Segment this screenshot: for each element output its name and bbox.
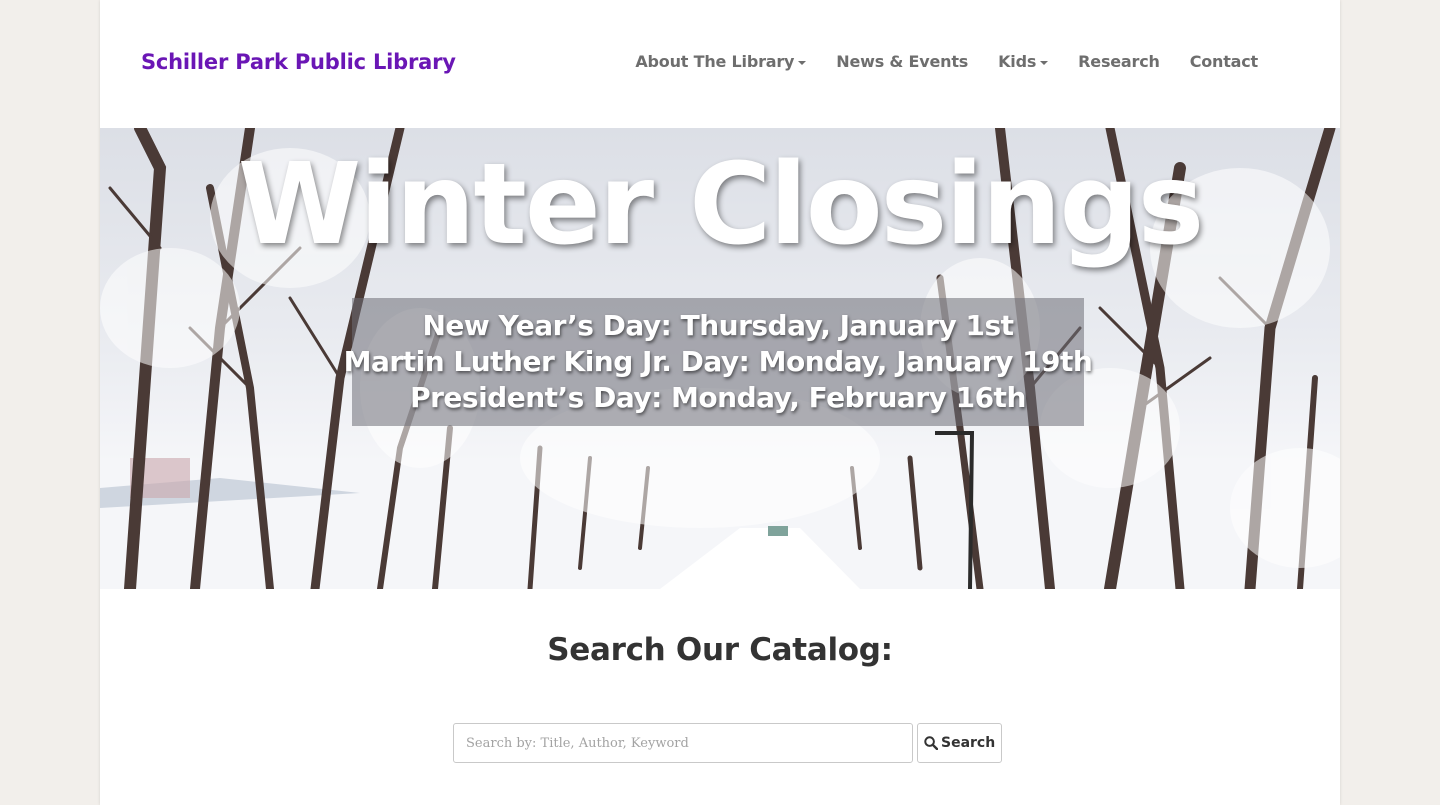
magnifier-icon <box>924 736 938 750</box>
site-header: Schiller Park Public Library About The L… <box>100 0 1340 128</box>
page-container: Schiller Park Public Library About The L… <box>100 0 1340 805</box>
closings-box: New Year’s Day: Thursday, January 1st Ma… <box>344 298 1093 426</box>
nav-item-label: News & Events <box>836 52 969 71</box>
catalog-search-form: Search <box>453 723 1003 763</box>
closing-line: New Year’s Day: Thursday, January 1st <box>422 309 1014 342</box>
hero-title: Winter Closings <box>237 140 1205 270</box>
nav-item-kids[interactable]: Kids <box>998 52 1049 71</box>
catalog-search-input[interactable] <box>453 723 913 763</box>
nav-item-news-events[interactable]: News & Events <box>836 52 968 71</box>
catalog-search-button[interactable]: Search <box>917 723 1003 763</box>
nav-item-label: Kids <box>998 52 1037 71</box>
search-button-label: Search <box>941 735 996 751</box>
nav-item-label: Contact <box>1189 52 1259 71</box>
closing-line: Martin Luther King Jr. Day: Monday, Janu… <box>343 345 1093 378</box>
site-logo-link[interactable]: Schiller Park Public Library <box>141 50 456 74</box>
caret-down-icon <box>1040 60 1049 65</box>
main-nav: About The Library News & Events Kids Res… <box>635 52 1258 71</box>
nav-item-about[interactable]: About The Library <box>635 52 807 71</box>
hero-banner[interactable]: Winter Closings New Year’s Day: Thursday… <box>100 128 1340 589</box>
closing-line: President’s Day: Monday, February 16th <box>410 381 1026 414</box>
nav-item-label: Research <box>1078 52 1160 71</box>
nav-item-research[interactable]: Research <box>1078 52 1160 71</box>
nav-item-contact[interactable]: Contact <box>1189 52 1259 71</box>
caret-down-icon <box>798 60 807 65</box>
nav-item-label: About The Library <box>635 52 795 71</box>
catalog-heading: Search Our Catalog: <box>547 632 893 668</box>
